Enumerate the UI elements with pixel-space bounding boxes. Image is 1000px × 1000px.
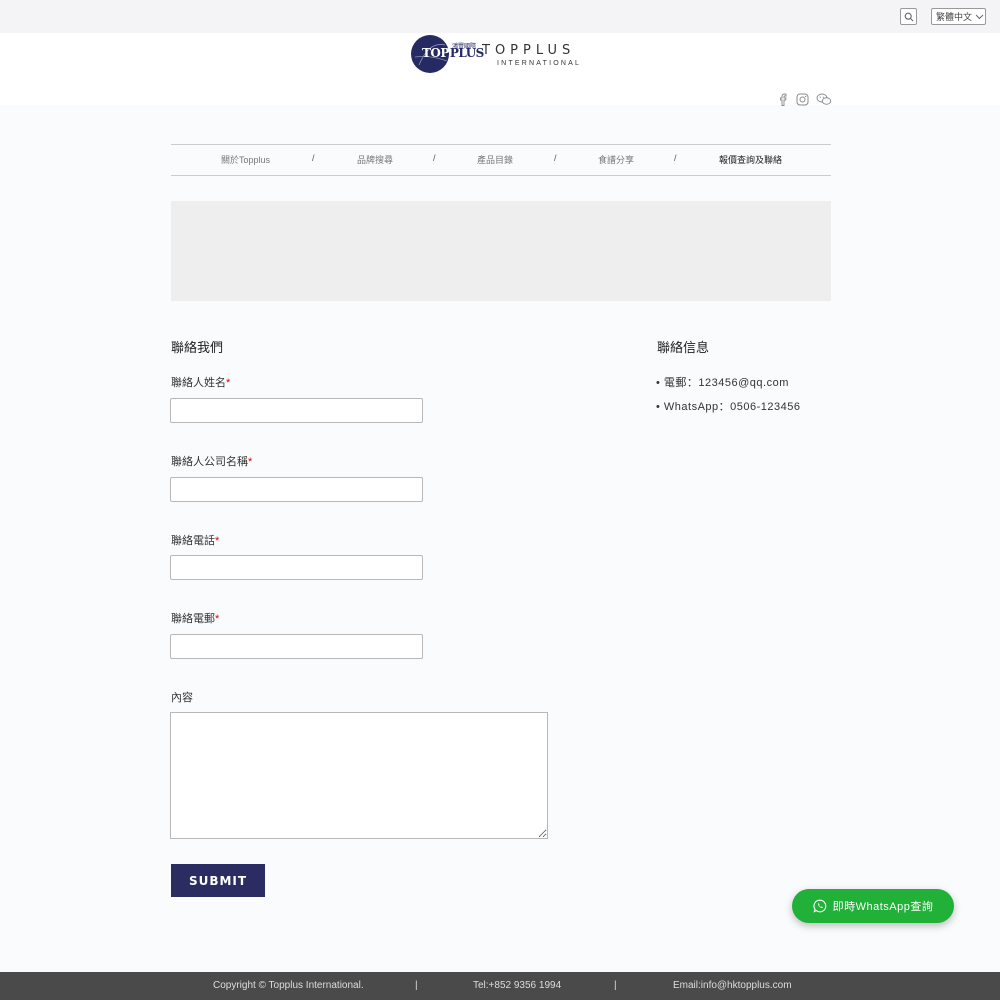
facebook-icon bbox=[780, 93, 787, 106]
logo-main-text: TOPPLUS bbox=[482, 43, 576, 58]
field-label-content: 內容 bbox=[171, 692, 193, 704]
instagram-icon bbox=[796, 93, 808, 105]
footer-tel: Tel:+852 9356 1994 bbox=[473, 980, 562, 991]
company-name-input[interactable] bbox=[170, 477, 423, 502]
wechat-link[interactable] bbox=[816, 92, 832, 106]
search-button[interactable] bbox=[900, 8, 917, 25]
footer-email[interactable]: Email:info@hktopplus.com bbox=[673, 980, 792, 991]
top-bar: 繁體中文 bbox=[0, 0, 1000, 33]
language-label: 繁體中文 bbox=[936, 12, 973, 22]
required-mark: * bbox=[215, 613, 220, 625]
wechat-icon bbox=[816, 93, 832, 105]
nav-item-catalog[interactable]: 產品目錄 bbox=[477, 153, 513, 166]
contact-info-whatsapp: • WhatsApp：0506-123456 bbox=[656, 401, 801, 413]
nav-item-contact[interactable]: 報價查詢及聯絡 bbox=[719, 153, 782, 166]
required-mark: * bbox=[215, 535, 220, 547]
nav-separator: / bbox=[554, 153, 557, 163]
nav-item-brands[interactable]: 品牌搜尋 bbox=[357, 153, 393, 166]
nav-item-recipes[interactable]: 食譜分享 bbox=[598, 153, 634, 166]
chevron-down-icon bbox=[975, 14, 984, 19]
whatsapp-label: 即時WhatsApp查詢 bbox=[832, 901, 934, 913]
main-nav: 關於Topplus / 品牌搜尋 / 產品目錄 / 食譜分享 / 報價查詢及聯絡 bbox=[171, 144, 831, 176]
language-select[interactable]: 繁體中文 bbox=[931, 8, 986, 25]
phone-input[interactable] bbox=[170, 555, 423, 580]
form-title: 聯絡我們 bbox=[171, 340, 224, 355]
footer-separator: | bbox=[415, 980, 418, 991]
email-input[interactable] bbox=[170, 634, 423, 659]
contact-info-title: 聯絡信息 bbox=[657, 340, 710, 355]
required-mark: * bbox=[248, 456, 253, 468]
footer-copyright: Copyright © Topplus International. bbox=[213, 980, 364, 991]
search-icon bbox=[904, 12, 913, 21]
logo-mark: TOPPLUS 鴻豐國際 bbox=[410, 34, 485, 76]
logo-sub-text: INTERNATIONAL bbox=[497, 60, 582, 67]
site-logo[interactable]: TOPPLUS 鴻豐國際 TOPPLUS INTERNATIONAL bbox=[410, 34, 595, 76]
required-mark: * bbox=[226, 377, 231, 389]
field-label-company: 聯絡人公司名稱* bbox=[171, 456, 253, 468]
whatsapp-button[interactable]: 即時WhatsApp查詢 bbox=[792, 889, 954, 923]
nav-item-about[interactable]: 關於Topplus bbox=[221, 153, 270, 166]
footer: Copyright © Topplus International. | Tel… bbox=[0, 972, 1000, 1000]
field-label-email: 聯絡電郵* bbox=[171, 613, 220, 625]
nav-separator: / bbox=[433, 153, 436, 163]
logo-chinese: 鴻豐國際 bbox=[452, 44, 477, 50]
field-label-name: 聯絡人姓名* bbox=[171, 377, 231, 389]
submit-button[interactable]: SUBMIT bbox=[171, 864, 265, 897]
logo-text: TOPPLUS INTERNATIONAL bbox=[482, 43, 581, 67]
instagram-link[interactable] bbox=[795, 92, 809, 106]
nav-separator: / bbox=[674, 153, 677, 163]
field-label-phone: 聯絡電話* bbox=[171, 535, 220, 547]
whatsapp-icon bbox=[812, 899, 826, 913]
banner-image bbox=[171, 201, 831, 301]
contact-info-email: • 電郵：123456@qq.com bbox=[656, 377, 789, 389]
contact-name-input[interactable] bbox=[170, 398, 423, 423]
content-textarea[interactable] bbox=[170, 712, 548, 839]
facebook-link[interactable] bbox=[777, 92, 789, 106]
nav-separator: / bbox=[312, 153, 315, 163]
footer-separator: | bbox=[614, 980, 617, 991]
